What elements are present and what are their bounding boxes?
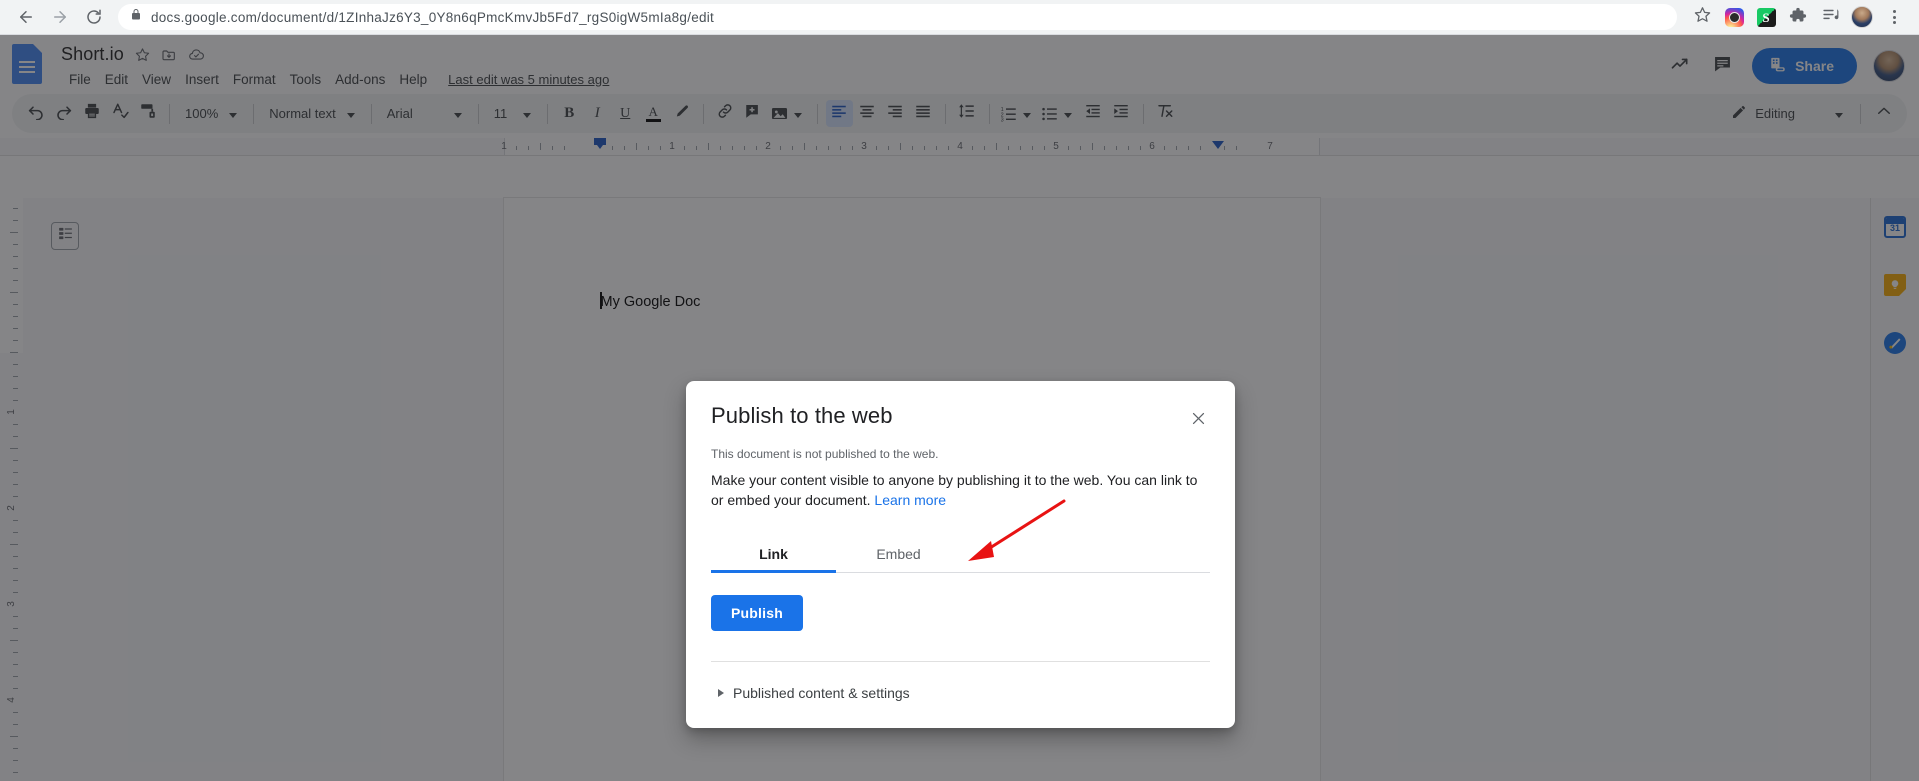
- back-button[interactable]: [10, 1, 42, 33]
- reload-button[interactable]: [78, 1, 110, 33]
- url-text[interactable]: docs.google.com/document/d/1ZInhaJz6Y3_0…: [151, 10, 714, 25]
- published-content-settings-toggle[interactable]: Published content & settings: [711, 662, 1210, 728]
- extensions-button[interactable]: [1783, 2, 1813, 32]
- star-icon: [1694, 6, 1711, 28]
- chrome-profile-button[interactable]: [1847, 2, 1877, 32]
- address-bar[interactable]: docs.google.com/document/d/1ZInhaJz6Y3_0…: [118, 4, 1677, 30]
- instagram-extension-icon: [1724, 7, 1744, 27]
- bookmark-star-button[interactable]: [1687, 2, 1717, 32]
- shortio-extension-icon: S: [1756, 7, 1776, 27]
- shortio-extension-button[interactable]: S: [1751, 2, 1781, 32]
- google-docs-app: Short.io File Edit View Insert Format To…: [0, 35, 1919, 781]
- dialog-header: Publish to the web: [711, 381, 1210, 430]
- chrome-menu-button[interactable]: [1879, 2, 1909, 32]
- publish-status-text: This document is not published to the we…: [711, 447, 939, 461]
- tab-embed[interactable]: Embed: [836, 538, 961, 572]
- dialog-title: Publish to the web: [711, 403, 893, 428]
- tab-link[interactable]: Link: [711, 538, 836, 573]
- browser-toolbar: docs.google.com/document/d/1ZInhaJz6Y3_0…: [0, 0, 1919, 34]
- chrome-menu-kebab-icon: [1892, 10, 1896, 24]
- publish-button[interactable]: Publish: [711, 594, 803, 631]
- close-icon[interactable]: [1186, 406, 1210, 430]
- chrome-profile-avatar: [1851, 6, 1873, 28]
- publish-tabs: Link Embed: [711, 538, 1210, 573]
- media-playlist-button[interactable]: [1815, 2, 1845, 32]
- dialog-description-text: Make your content visible to anyone by p…: [711, 472, 1198, 508]
- lock-icon: [130, 8, 142, 26]
- media-playlist-icon: [1821, 5, 1840, 29]
- learn-more-link[interactable]: Learn more: [874, 492, 946, 508]
- forward-button[interactable]: [44, 1, 76, 33]
- publish-to-web-dialog: Publish to the web This document is not …: [686, 381, 1235, 728]
- puzzle-extensions-icon: [1789, 6, 1807, 29]
- chevron-right-icon: [718, 688, 724, 697]
- published-content-settings-label: Published content & settings: [733, 684, 910, 701]
- reload-icon: [85, 8, 103, 26]
- forward-arrow-icon: [51, 8, 69, 26]
- browser-action-icons: S: [1687, 2, 1909, 32]
- back-arrow-icon: [17, 8, 35, 26]
- dialog-description: Make your content visible to anyone by p…: [711, 471, 1210, 511]
- instagram-extension-button[interactable]: [1719, 2, 1749, 32]
